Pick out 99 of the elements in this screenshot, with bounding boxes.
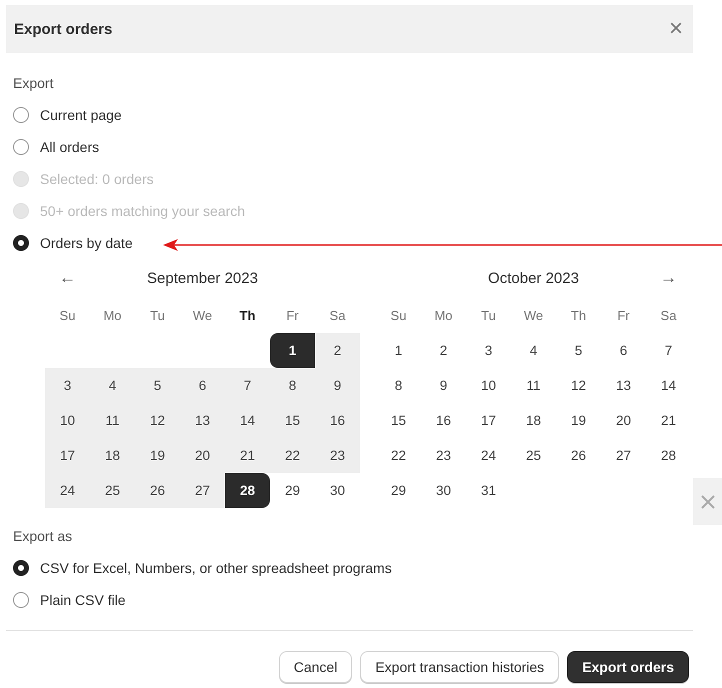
calendar-day[interactable]: 5 [135, 368, 180, 403]
calendar-day[interactable]: 13 [180, 403, 225, 438]
radio-button[interactable] [13, 592, 29, 608]
option-label: Plain CSV file [40, 592, 126, 608]
weekday-label: Th [238, 307, 256, 325]
option-label: CSV for Excel, Numbers, or other spreadsheet programs [40, 560, 392, 576]
option-label: 50+ orders matching your search [40, 203, 246, 219]
weekday-label: Fr [616, 307, 631, 325]
calendar-day[interactable]: 3 [45, 368, 90, 403]
calendar-day[interactable]: 9 [315, 368, 360, 403]
calendar-day[interactable]: 7 [225, 368, 270, 403]
primary-button[interactable]: Export orders [567, 651, 689, 683]
calendar-day[interactable]: 30 [315, 473, 360, 508]
calendar-day[interactable]: 17 [45, 438, 90, 473]
calendar-day[interactable]: 24 [466, 438, 511, 473]
section-label: Export as [13, 527, 74, 546]
weekday-label: Mo [102, 307, 123, 325]
weekday-label: We [522, 307, 544, 325]
radio-button[interactable] [13, 139, 29, 155]
calendar-day[interactable]: 11 [511, 368, 556, 403]
weekday-label: Sa [328, 307, 346, 325]
dialog-title: Export orders [14, 20, 112, 38]
calendar-day[interactable]: 29 [270, 473, 315, 508]
calendar-day[interactable]: 16 [315, 403, 360, 438]
calendar-day[interactable]: 2 [421, 333, 466, 368]
calendar-day[interactable]: 20 [601, 403, 646, 438]
calendar-day[interactable]: 15 [376, 403, 421, 438]
calendar-day[interactable]: 1 [270, 333, 315, 368]
weekday-label: Fr [285, 307, 300, 325]
calendar-day[interactable]: 6 [601, 333, 646, 368]
calendar-day[interactable]: 12 [135, 403, 180, 438]
option-label: Current page [40, 107, 122, 123]
option-label: Selected: 0 orders [40, 171, 154, 187]
option-label: Orders by date [40, 235, 133, 251]
weekday-label: Su [390, 307, 408, 325]
calendar-day[interactable]: 29 [376, 473, 421, 508]
option-label: All orders [40, 139, 100, 155]
calendar-day[interactable]: 1 [376, 333, 421, 368]
calendar-day[interactable]: 20 [180, 438, 225, 473]
calendar-day[interactable]: 4 [90, 368, 135, 403]
calendar-day[interactable]: 6 [180, 368, 225, 403]
close-button[interactable]: × [666, 17, 685, 41]
calendar-day[interactable]: 21 [646, 403, 691, 438]
radio-button[interactable] [13, 235, 29, 251]
weekday-label: We [192, 307, 214, 325]
calendar-day[interactable]: 10 [45, 403, 90, 438]
calendar-day[interactable]: 23 [315, 438, 360, 473]
section-label: Export [13, 74, 54, 93]
calendar-day[interactable]: 14 [225, 403, 270, 438]
calendar-day[interactable]: 31 [466, 473, 511, 508]
calendar-day[interactable]: 27 [180, 473, 225, 508]
calendar-day[interactable]: 16 [421, 403, 466, 438]
calendar-day[interactable]: 8 [270, 368, 315, 403]
calendar-day[interactable]: 24 [45, 473, 90, 508]
weekday-label: Tu [149, 307, 166, 325]
calendar-day[interactable]: 3 [466, 333, 511, 368]
calendar-day[interactable]: 5 [556, 333, 601, 368]
calendar-day[interactable]: 19 [135, 438, 180, 473]
weekday-label: Th [570, 307, 588, 325]
calendar-day[interactable]: 28 [225, 473, 270, 508]
next-month-button[interactable]: → [660, 268, 677, 288]
calendar-day[interactable]: 25 [90, 473, 135, 508]
radio-button[interactable] [13, 107, 29, 123]
month-title: October 2023 [487, 270, 580, 286]
calendar-day[interactable]: 26 [135, 473, 180, 508]
weekday-label: Su [58, 307, 76, 325]
calendar-day[interactable]: 30 [421, 473, 466, 508]
calendar-day[interactable]: 2 [315, 333, 360, 368]
calendar-day[interactable]: 18 [90, 438, 135, 473]
calendar-day[interactable]: 13 [601, 368, 646, 403]
calendar-day[interactable]: 9 [421, 368, 466, 403]
month-title: September 2023 [146, 270, 259, 286]
calendar-day[interactable]: 23 [421, 438, 466, 473]
calendar-day[interactable]: 17 [466, 403, 511, 438]
calendar-day[interactable]: 11 [90, 403, 135, 438]
calendar-day[interactable]: 25 [511, 438, 556, 473]
calendar-day[interactable]: 22 [376, 438, 421, 473]
calendar-day[interactable]: 4 [511, 333, 556, 368]
calendar-day[interactable]: 12 [556, 368, 601, 403]
weekday-label: Mo [433, 307, 454, 325]
calendar-day[interactable]: 19 [556, 403, 601, 438]
weekday-label: Sa [660, 307, 678, 325]
previous-month-button[interactable]: ← [59, 268, 76, 288]
calendar-day[interactable]: 22 [270, 438, 315, 473]
calendar-day[interactable]: 18 [511, 403, 556, 438]
calendar-day[interactable]: 10 [466, 368, 511, 403]
calendar-day[interactable]: 14 [646, 368, 691, 403]
calendar-day[interactable]: 7 [646, 333, 691, 368]
calendar-day[interactable]: 15 [270, 403, 315, 438]
calendar-day[interactable]: 21 [225, 438, 270, 473]
secondary-button[interactable]: Cancel [278, 651, 352, 683]
weekday-label: Tu [480, 307, 497, 325]
radio-button[interactable] [13, 560, 29, 576]
calendar-day[interactable]: 28 [646, 438, 691, 473]
calendar-day[interactable]: 8 [376, 368, 421, 403]
calendar-day[interactable]: 27 [601, 438, 646, 473]
secondary-button[interactable]: Export transaction histories [360, 651, 560, 683]
calendar-day[interactable]: 26 [556, 438, 601, 473]
close-icon[interactable] [700, 494, 714, 508]
